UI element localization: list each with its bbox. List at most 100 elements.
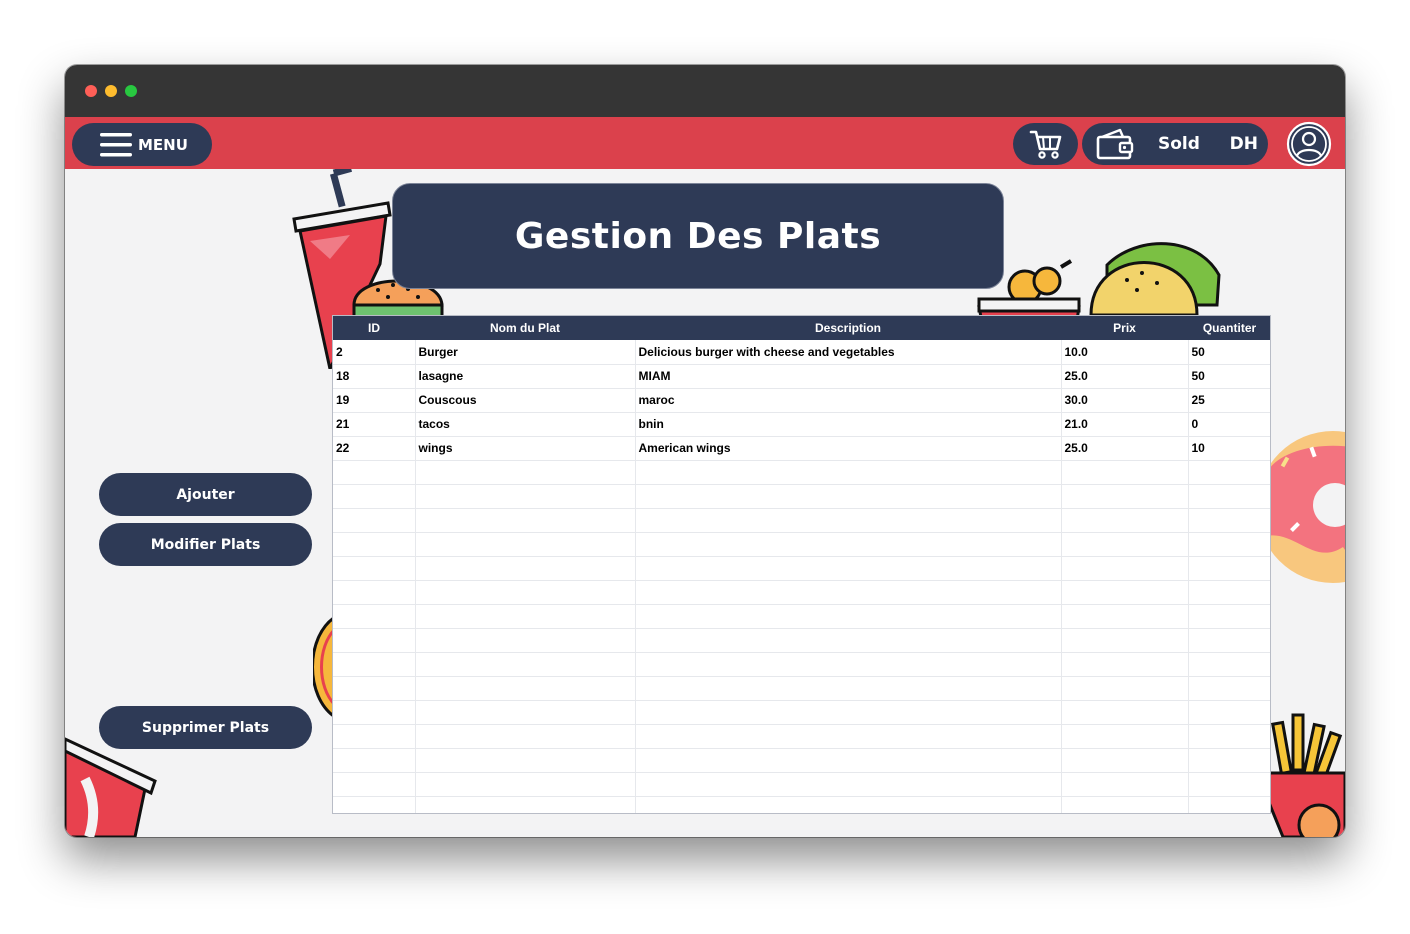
empty-cell bbox=[1188, 676, 1270, 701]
minimize-window-icon[interactable] bbox=[105, 85, 117, 97]
empty-table-row bbox=[333, 556, 1270, 581]
empty-cell bbox=[333, 724, 416, 749]
column-header-description[interactable]: Description bbox=[635, 316, 1061, 340]
empty-cell bbox=[415, 724, 636, 749]
empty-cell bbox=[1188, 556, 1270, 581]
table-row[interactable]: 18 lasagne MIAM 25.0 50 bbox=[333, 364, 1270, 389]
cell-description: Delicious burger with cheese and vegetab… bbox=[635, 340, 1062, 365]
empty-cell bbox=[333, 796, 416, 813]
table-row[interactable]: 22 wings American wings 25.0 10 bbox=[333, 436, 1270, 461]
empty-cell bbox=[635, 652, 1062, 677]
empty-cell bbox=[1188, 772, 1270, 797]
empty-table-row bbox=[333, 700, 1270, 725]
empty-cell bbox=[1188, 700, 1270, 725]
empty-cell bbox=[333, 532, 416, 557]
app-window: MENU Sold DH Gestion Des Plats Ajouter M… bbox=[65, 65, 1345, 837]
cell-quantity: 25 bbox=[1188, 388, 1270, 413]
empty-cell bbox=[635, 628, 1062, 653]
empty-cell bbox=[1061, 484, 1189, 509]
table-body: 2 Burger Delicious burger with cheese an… bbox=[333, 340, 1270, 813]
cell-quantity: 50 bbox=[1188, 340, 1270, 365]
empty-cell bbox=[1188, 796, 1270, 813]
empty-cell bbox=[635, 484, 1062, 509]
cell-price: 25.0 bbox=[1061, 364, 1189, 389]
empty-cell bbox=[1061, 676, 1189, 701]
empty-cell bbox=[1188, 604, 1270, 629]
empty-cell bbox=[635, 748, 1062, 773]
cell-id: 2 bbox=[333, 340, 416, 365]
table-row[interactable]: 21 tacos bnin 21.0 0 bbox=[333, 412, 1270, 437]
cart-button[interactable] bbox=[1013, 123, 1078, 165]
empty-cell bbox=[1061, 652, 1189, 677]
empty-cell bbox=[415, 796, 636, 813]
empty-cell bbox=[415, 556, 636, 581]
maximize-window-icon[interactable] bbox=[125, 85, 137, 97]
empty-cell bbox=[1061, 748, 1189, 773]
close-window-icon[interactable] bbox=[85, 85, 97, 97]
cell-description: maroc bbox=[635, 388, 1062, 413]
empty-cell bbox=[333, 772, 416, 797]
empty-cell bbox=[1188, 724, 1270, 749]
empty-table-row bbox=[333, 748, 1270, 773]
empty-cell bbox=[1188, 508, 1270, 533]
empty-cell bbox=[415, 748, 636, 773]
empty-cell bbox=[1188, 532, 1270, 557]
cell-price: 21.0 bbox=[1061, 412, 1189, 437]
empty-cell bbox=[1061, 772, 1189, 797]
add-button[interactable]: Ajouter bbox=[99, 473, 312, 516]
sold-label: Sold bbox=[1158, 134, 1200, 154]
empty-cell bbox=[415, 508, 636, 533]
empty-cell bbox=[333, 460, 416, 485]
empty-table-row bbox=[333, 796, 1270, 813]
column-header-id[interactable]: ID bbox=[333, 316, 415, 340]
table-header-row: ID Nom du Plat Description Prix Quantite… bbox=[333, 316, 1270, 340]
empty-cell bbox=[1061, 508, 1189, 533]
empty-cell bbox=[415, 652, 636, 677]
empty-cell bbox=[415, 772, 636, 797]
empty-table-row bbox=[333, 652, 1270, 677]
window-titlebar bbox=[65, 65, 1345, 117]
empty-cell bbox=[333, 580, 416, 605]
empty-table-row bbox=[333, 532, 1270, 557]
empty-cell bbox=[1188, 628, 1270, 653]
empty-cell bbox=[333, 628, 416, 653]
cell-price: 30.0 bbox=[1061, 388, 1189, 413]
empty-cell bbox=[415, 604, 636, 629]
menu-label: MENU bbox=[138, 135, 188, 154]
wallet-balance[interactable]: Sold DH bbox=[1082, 123, 1268, 165]
empty-cell bbox=[1061, 532, 1189, 557]
column-header-name[interactable]: Nom du Plat bbox=[415, 316, 635, 340]
empty-cell bbox=[415, 580, 636, 605]
empty-cell bbox=[415, 676, 636, 701]
cell-name: lasagne bbox=[415, 364, 636, 389]
empty-cell bbox=[635, 724, 1062, 749]
table-row[interactable]: 19 Couscous maroc 30.0 25 bbox=[333, 388, 1270, 413]
cell-name: Couscous bbox=[415, 388, 636, 413]
delete-dishes-button[interactable]: Supprimer Plats bbox=[99, 706, 312, 749]
empty-cell bbox=[1188, 580, 1270, 605]
table-row[interactable]: 2 Burger Delicious burger with cheese an… bbox=[333, 340, 1270, 365]
app-content: MENU Sold DH Gestion Des Plats Ajouter M… bbox=[65, 117, 1345, 837]
column-header-price[interactable]: Prix bbox=[1061, 316, 1188, 340]
empty-cell bbox=[1061, 604, 1189, 629]
dishes-table[interactable]: ID Nom du Plat Description Prix Quantite… bbox=[332, 315, 1271, 814]
empty-cell bbox=[333, 556, 416, 581]
hamburger-menu-icon bbox=[100, 132, 132, 156]
column-header-quantity[interactable]: Quantiter bbox=[1188, 316, 1270, 340]
cell-name: Burger bbox=[415, 340, 636, 365]
empty-table-row bbox=[333, 628, 1270, 653]
empty-cell bbox=[635, 604, 1062, 629]
wallet-icon bbox=[1096, 128, 1134, 160]
menu-button[interactable]: MENU bbox=[72, 123, 212, 166]
empty-table-row bbox=[333, 460, 1270, 485]
empty-cell bbox=[1061, 724, 1189, 749]
shopping-cart-icon bbox=[1029, 130, 1061, 159]
user-profile-button[interactable] bbox=[1285, 121, 1333, 167]
empty-cell bbox=[635, 676, 1062, 701]
empty-cell bbox=[635, 772, 1062, 797]
user-avatar-icon bbox=[1286, 121, 1332, 167]
empty-cell bbox=[333, 508, 416, 533]
empty-cell bbox=[1061, 460, 1189, 485]
empty-cell bbox=[415, 700, 636, 725]
edit-dishes-button[interactable]: Modifier Plats bbox=[99, 523, 312, 566]
